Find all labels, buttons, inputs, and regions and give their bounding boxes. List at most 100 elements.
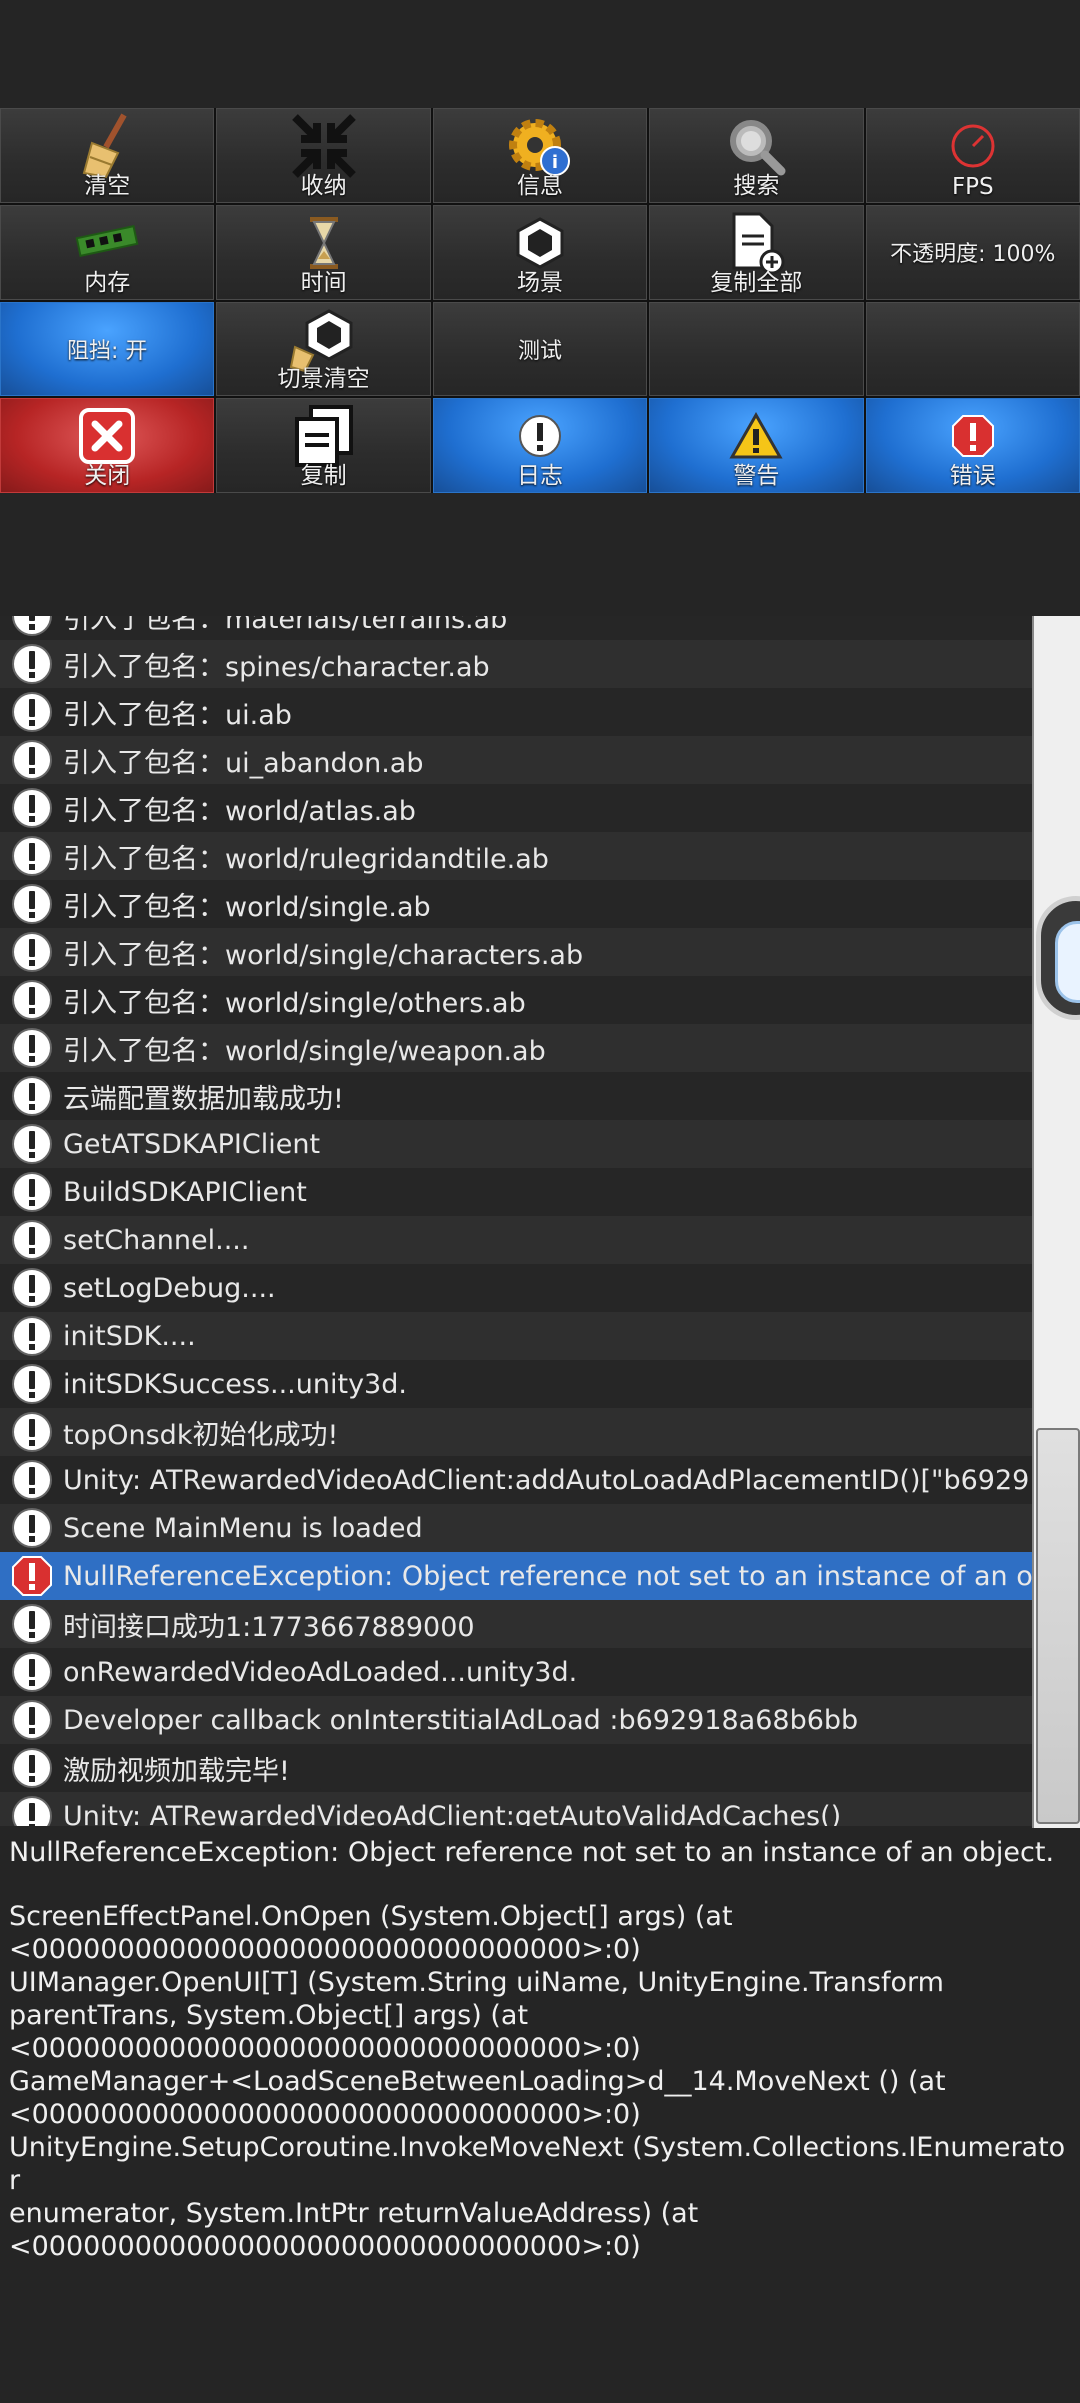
floating-assist-button[interactable]	[1036, 896, 1080, 1020]
info-icon	[9, 689, 55, 735]
log-row[interactable]: 引入了包名：world/single/others.ab	[0, 976, 1036, 1024]
log-row[interactable]: 引入了包名：ui_abandon.ab	[0, 736, 1036, 784]
log-row-text: 引入了包名：world/rulegridandtile.ab	[63, 843, 549, 875]
log-row[interactable]: Unity: ATRewardedVideoAdClient:getAutoVa…	[0, 1792, 1036, 1826]
copy-all-label: 复制全部	[710, 269, 803, 296]
clear-label: 清空	[84, 172, 131, 199]
log-row[interactable]: initSDKSuccess...unity3d.	[0, 1360, 1036, 1408]
log-row-text: 时间接口成功1:1773667889000	[63, 1611, 475, 1643]
toolbar: 清空 收纳 i 信息 搜索 FPS 内存 时间 场景 复制全部 不透明度: 10…	[0, 108, 1080, 493]
log-row[interactable]: 引入了包名：world/rulegridandtile.ab	[0, 832, 1036, 880]
info-icon	[9, 1265, 55, 1311]
log-row[interactable]: Scene MainMenu is loaded	[0, 1504, 1036, 1552]
log-row-text: Scene MainMenu is loaded	[63, 1512, 423, 1544]
log-row[interactable]: Developer callback onInterstitialAdLoad …	[0, 1696, 1036, 1744]
test-label: 测试	[517, 338, 562, 364]
log-row[interactable]: GetATSDKAPIClient	[0, 1120, 1036, 1168]
error-filter-label: 错误	[949, 463, 996, 489]
log-row[interactable]: 激励视频加载完毕!	[0, 1744, 1036, 1792]
log-row[interactable]: 引入了包名：world/single/characters.ab	[0, 928, 1036, 976]
log-row[interactable]: setChannel....	[0, 1216, 1036, 1264]
log-filter-label: 日志	[516, 463, 563, 489]
scene-button[interactable]: 场景	[432, 204, 648, 300]
collapse-button[interactable]: 收纳	[216, 108, 431, 203]
log-row-text: initSDK....	[63, 1320, 196, 1352]
info-icon	[9, 616, 55, 639]
search-button[interactable]: 搜索	[649, 108, 864, 203]
info-icon	[9, 1505, 55, 1551]
error-filter-button[interactable]: 错误	[865, 398, 1080, 493]
log-row[interactable]: topOnsdk初始化成功!	[0, 1408, 1036, 1456]
log-rows: 引入了包名：materials/terrains.ab 引入了包名：spines/…	[0, 616, 1036, 1826]
error-icon	[9, 1553, 55, 1599]
log-row[interactable]: setLogDebug....	[0, 1264, 1036, 1312]
log-row[interactable]: Unity: ATRewardedVideoAdClient:addAutoLo…	[0, 1456, 1036, 1504]
info-icon	[9, 1073, 55, 1119]
info-icon	[9, 1361, 55, 1407]
log-row[interactable]: 引入了包名：world/single.ab	[0, 880, 1036, 928]
log-row[interactable]: onRewardedVideoAdLoaded...unity3d.	[0, 1648, 1036, 1696]
time-label: 时间	[300, 269, 347, 296]
log-row-text: GetATSDKAPIClient	[63, 1128, 321, 1160]
clear-button[interactable]: 清空	[0, 108, 215, 203]
log-row[interactable]: 引入了包名：materials/terrains.ab	[0, 616, 1036, 640]
log-row-text: initSDKSuccess...unity3d.	[63, 1368, 407, 1400]
log-row-text: 引入了包名：world/single/others.ab	[63, 987, 526, 1019]
empty-slot-1	[649, 301, 864, 397]
info-icon	[9, 833, 55, 879]
log-row[interactable]: 时间接口成功1:1773667889000	[0, 1600, 1036, 1648]
close-label: 关闭	[84, 463, 131, 489]
log-row[interactable]: 引入了包名：spines/character.ab	[0, 640, 1036, 688]
log-row-text: 引入了包名：world/single/characters.ab	[63, 939, 584, 971]
log-row-text: 引入了包名：spines/character.ab	[63, 651, 490, 683]
search-label: 搜索	[733, 172, 780, 199]
log-row-text: setLogDebug....	[63, 1272, 276, 1304]
fps-button[interactable]: FPS	[865, 108, 1080, 203]
block-toggle[interactable]: 阻挡: 开	[0, 301, 215, 397]
log-row[interactable]: NullReferenceException: Object reference…	[0, 1552, 1036, 1600]
speedometer-icon	[933, 113, 1013, 179]
info-icon	[9, 785, 55, 831]
info-icon	[9, 1601, 55, 1647]
copy-all-button[interactable]: 复制全部	[649, 204, 864, 300]
log-row-text: 引入了包名：world/atlas.ab	[63, 795, 416, 827]
info-icon	[9, 1025, 55, 1071]
info-icon	[9, 929, 55, 975]
info-label: 信息	[516, 172, 563, 199]
info-button[interactable]: i 信息	[432, 108, 648, 203]
test-button[interactable]: 测试	[432, 301, 648, 397]
log-row[interactable]: 云端配置数据加载成功!	[0, 1072, 1036, 1120]
collapse-label: 收纳	[300, 172, 347, 199]
log-row[interactable]: 引入了包名：ui.ab	[0, 688, 1036, 736]
memory-button[interactable]: 内存	[0, 204, 215, 300]
log-row[interactable]: BuildSDKAPIClient	[0, 1168, 1036, 1216]
scrollbar-thumb[interactable]	[1036, 1428, 1080, 1824]
warning-filter-label: 警告	[733, 463, 780, 489]
opacity-label: 不透明度: 100%	[890, 242, 1056, 268]
log-row-text: 引入了包名：world/single.ab	[63, 891, 431, 923]
info-icon	[9, 1793, 55, 1826]
time-button[interactable]: 时间	[216, 204, 431, 300]
log-row[interactable]: 引入了包名：world/single/weapon.ab	[0, 1024, 1036, 1072]
scene-label: 场景	[516, 269, 563, 296]
log-row-text: setChannel....	[63, 1224, 250, 1256]
log-filter-button[interactable]: 日志	[432, 398, 648, 493]
scene-clear-button[interactable]: 切景清空	[216, 301, 431, 397]
info-icon	[9, 1169, 55, 1215]
warning-filter-button[interactable]: 警告	[649, 398, 864, 493]
close-button[interactable]: 关闭	[0, 398, 215, 493]
log-row-text: 引入了包名：ui.ab	[63, 699, 292, 731]
log-row[interactable]: initSDK....	[0, 1312, 1036, 1360]
opacity-button[interactable]: 不透明度: 100%	[865, 204, 1080, 300]
copy-label: 复制	[300, 463, 347, 489]
log-list[interactable]: 引入了包名：materials/terrains.ab 引入了包名：spines/…	[0, 616, 1036, 1826]
info-icon	[9, 1457, 55, 1503]
info-icon	[9, 1121, 55, 1167]
copy-button[interactable]: 复制	[216, 398, 431, 493]
block-label: 阻挡: 开	[66, 338, 148, 364]
log-row[interactable]: 引入了包名：world/atlas.ab	[0, 784, 1036, 832]
log-scrollbar[interactable]	[1032, 616, 1080, 1828]
log-row-text: topOnsdk初始化成功!	[63, 1419, 339, 1451]
info-icon	[9, 641, 55, 687]
memory-label: 内存	[84, 269, 131, 296]
